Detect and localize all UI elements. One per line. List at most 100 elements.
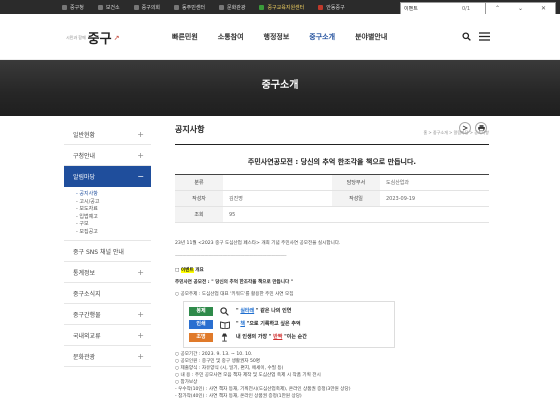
nav-item[interactable]: 소통참여 — [218, 32, 244, 42]
body-line: ○ 공모기간 : 2023. 9. 13. ~ 10. 10. — [175, 352, 253, 357]
nav-item[interactable]: 분야별안내 — [355, 32, 387, 42]
site-header: 시민과 함께 중구 ↗ 빠른민원 소통참여 행정정보 중구소개 분야별안내 — [0, 14, 560, 60]
lamp-icon — [219, 333, 230, 342]
header-icons — [462, 32, 490, 41]
sidebar-item-label: 구청안내 — [73, 152, 96, 160]
sidebar-subitem[interactable]: - 구보 — [76, 221, 151, 229]
find-close-icon[interactable]: ✕ — [541, 5, 546, 12]
find-highlight: 이벤트 — [180, 268, 194, 273]
sidebar-subitem-label: 보도자료 — [79, 206, 98, 212]
contest-subject: ○ 공모주제 : 도심산업 대표 '키워드'를 활용한 주민 사연 모집 — [175, 292, 294, 297]
top-links: 중구청 보건소 중구의회 동주민센터 문화관광 중구교육지원센터 안동중구 — [62, 0, 345, 14]
keyword-row: 봉제 " 실타래 " 같은 나의 인연 — [189, 305, 389, 318]
top-link[interactable]: 안동중구 — [318, 4, 345, 11]
top-link-label: 중구청 — [70, 4, 84, 11]
body-line: - 우수작(10인) : 사연 책자 등재, 기획전시(도심산업축제), 온라인… — [175, 387, 351, 392]
top-link[interactable]: 중구의회 — [133, 4, 161, 11]
breadcrumb: 홈 > 중구소개 > 알림마당 > 공지사항 — [423, 130, 489, 135]
body-divider: ----------------------------------------… — [175, 254, 287, 259]
top-link[interactable]: 보건소 — [97, 4, 120, 11]
sidebar-subitem[interactable]: - 모집공고 — [76, 229, 151, 237]
section-banner: 중구소개 — [0, 60, 560, 116]
body-line: ○ 제출양식 : 자유양식 (시, 일기, 편지, 에세이, 수필 등) — [175, 366, 284, 371]
body-lines: ○ 공모기간 : 2023. 9. 13. ~ 10. 10. ○ 공모인원 : … — [175, 351, 489, 400]
search-icon — [219, 307, 230, 316]
expand-icon: + — [137, 330, 144, 340]
body-intro: 23년 11월 <2023 중구 도심산업 페스타> 개최 기념 주민사연 공모… — [175, 241, 341, 246]
top-link-label: 중구의회 — [141, 4, 161, 11]
sidebar-item-label: 중구간행물 — [73, 311, 101, 319]
menu-icon[interactable] — [479, 32, 490, 41]
expand-icon: + — [137, 150, 144, 160]
sidebar-item[interactable]: 일반현황 + — [64, 124, 151, 145]
meta-row: 작성자 김진명 작성일 2023-09-19 — [175, 191, 489, 207]
meta-value: 2023-09-19 — [386, 195, 416, 202]
sidebar-item[interactable]: 중구 SNS 채널 안내 — [64, 241, 151, 262]
meta-value: 김진명 — [229, 196, 243, 202]
keyword-post: " 같은 나의 인연 — [254, 308, 292, 314]
meta-value: 95 — [229, 211, 236, 218]
find-next-icon[interactable]: ⌄ — [518, 5, 523, 12]
nav-item[interactable]: 중구소개 — [309, 32, 335, 42]
keyword-text: " 실타래 " 같은 나의 인연 — [236, 308, 291, 315]
keyword-pre: 내 인생의 가장 " — [236, 334, 274, 340]
keyword-tag: 봉제 — [189, 307, 213, 316]
meta-label: 담당부서 — [332, 175, 380, 190]
top-link-label: 문화관광 — [227, 4, 246, 11]
top-link[interactable]: 중구청 — [62, 4, 84, 11]
sidebar-item-label: 중구 SNS 채널 안내 — [73, 248, 124, 256]
sidebar-item-label: 통계정보 — [73, 269, 96, 277]
sidebar-subitem-label: 구보 — [79, 221, 89, 227]
sidebar-item[interactable]: 문화관광 + — [64, 346, 151, 367]
find-input[interactable] — [404, 5, 462, 12]
keyword-kw: 반짝 — [273, 334, 283, 340]
keyword-tag: 조명 — [189, 333, 213, 342]
sidebar-subitem[interactable]: - 공지사항 — [76, 191, 151, 199]
top-link[interactable]: 중구교육지원센터 — [259, 4, 304, 11]
link-bullet-icon — [62, 4, 67, 10]
sidebar-subitem[interactable]: - 입법예고 — [76, 214, 151, 222]
keyword-text: " 책 "으로 기록하고 싶은 추억 — [236, 321, 301, 328]
section-heading: □ 이벤트 개요 — [175, 267, 489, 274]
expand-icon: + — [137, 129, 144, 139]
sidebar-item[interactable]: 중구간행물 + — [64, 304, 151, 325]
find-count: 0/1 — [462, 5, 471, 12]
expand-icon: − — [137, 172, 144, 181]
body-line: ○ 공모인원 : 중구민 및 중구 생활권자 50명 — [175, 359, 261, 364]
search-icon[interactable] — [462, 32, 471, 41]
sidebar-subitem[interactable]: - 보도자료 — [76, 206, 151, 214]
top-link-label: 안동중구 — [326, 4, 345, 11]
nav-item[interactable]: 행정정보 — [264, 32, 290, 42]
sidebar-subitem-label: 공지사항 — [79, 191, 98, 197]
top-link[interactable]: 문화관광 — [219, 4, 245, 11]
find-prev-icon[interactable]: ⌃ — [495, 5, 500, 12]
sidebar-item[interactable]: 국내외교류 + — [64, 325, 151, 346]
sidebar-subitem[interactable]: - 고시/공고 — [76, 199, 151, 207]
sidebar-subitem-label: 입법예고 — [79, 213, 98, 220]
keyword-tag: 인쇄 — [189, 320, 213, 329]
logo-mark-icon: ↗ — [113, 33, 120, 42]
sidebar-subitem-label: 모집공고 — [79, 228, 98, 235]
sidebar-item[interactable]: 중구소식지 — [64, 283, 151, 304]
keyword-post: "으로 기록하고 싶은 추억 — [244, 321, 301, 327]
main-nav: 빠른민원 소통참여 행정정보 중구소개 분야별안내 — [172, 32, 387, 42]
nav-item[interactable]: 빠른민원 — [172, 32, 198, 42]
top-link[interactable]: 동주민센터 — [174, 4, 205, 11]
site-logo[interactable]: 시민과 함께 중구 ↗ — [66, 28, 119, 47]
sidebar-item-label: 국내외교류 — [73, 332, 101, 340]
body-line: ○ 내 용 : 주민 공모사연 모음 책자 제작 및 도심산업 축제 시 작품 … — [175, 373, 321, 378]
sidebar-menu: 일반현황 + 구청안내 + 알림마당 − - 공지사항 - 고시/공고 - 보도자료 - 입법예고… — [64, 124, 151, 367]
expand-icon: + — [137, 351, 144, 361]
sidebar-item[interactable]: 구청안내 + — [64, 145, 151, 166]
sidebar-item[interactable]: 통계정보 + — [64, 262, 151, 283]
expand-icon: + — [137, 309, 144, 319]
sidebar-item[interactable]: 알림마당 − — [64, 166, 151, 187]
sidebar-item-label: 일반현황 — [73, 131, 96, 139]
logo-slogan: 시민과 함께 — [66, 34, 86, 40]
link-bullet-icon — [133, 4, 139, 10]
meta-label: 분류 — [175, 175, 223, 190]
banner-title: 중구소개 — [261, 80, 299, 91]
top-link-label: 보건소 — [105, 4, 120, 11]
sidebar-item-label: 문화관광 — [73, 353, 96, 361]
title-divider — [175, 144, 489, 145]
